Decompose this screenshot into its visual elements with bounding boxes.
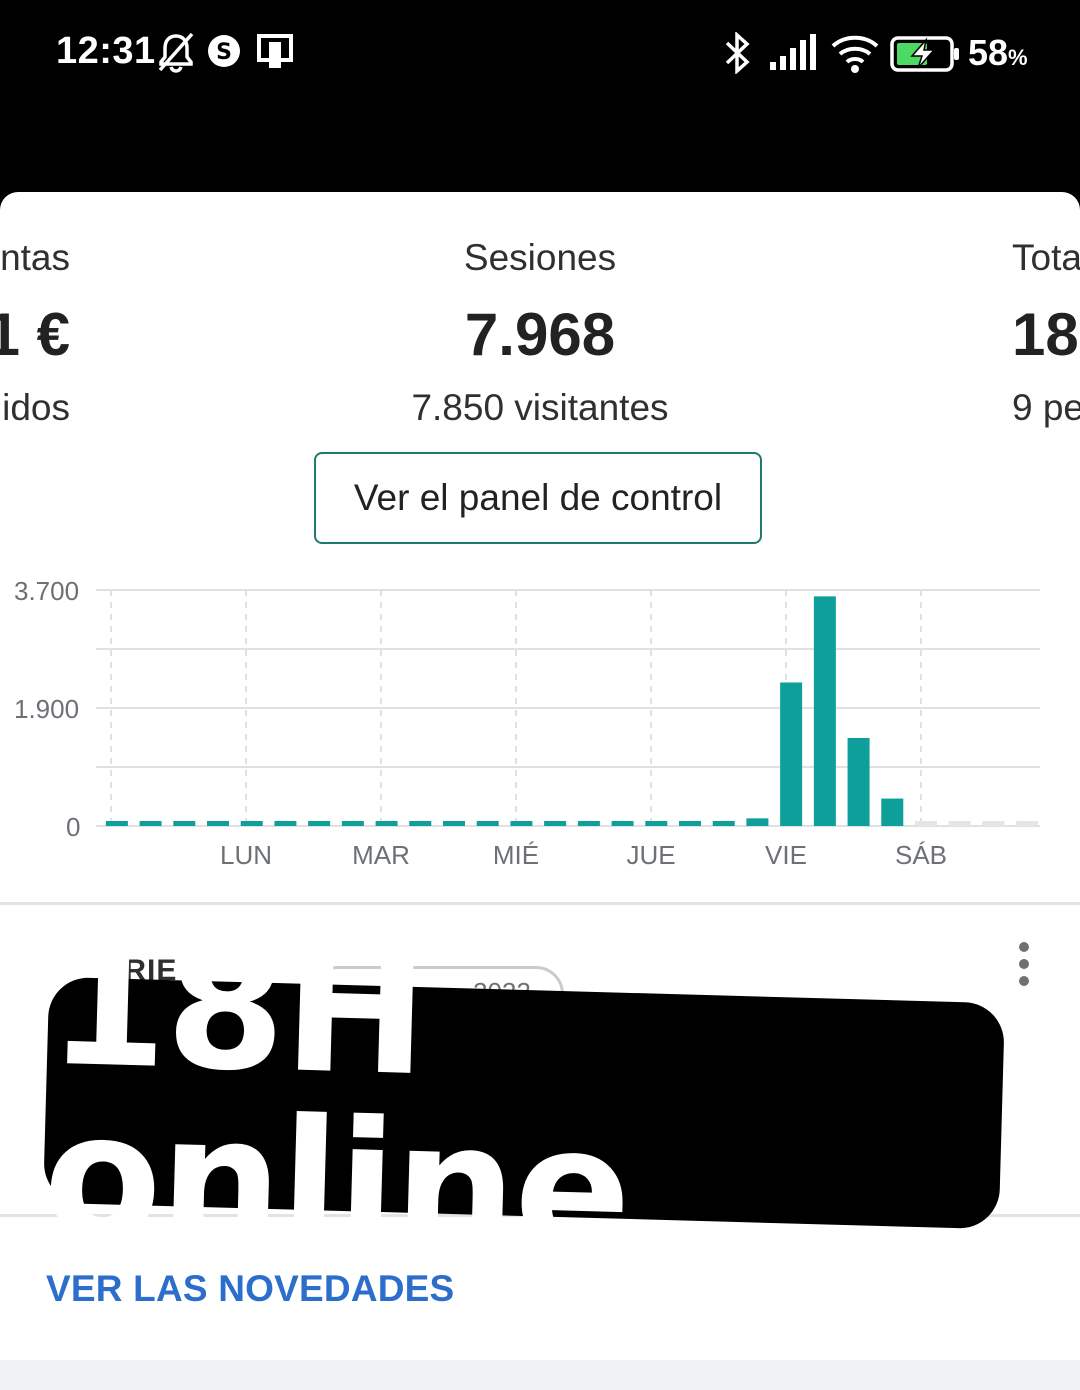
x-tick-label: MAR [352, 840, 410, 870]
chart-bar [813, 596, 836, 826]
chart-bar [982, 821, 1005, 826]
chart-bar [375, 821, 398, 826]
metric-total-label: Tota [1012, 237, 1080, 278]
chart-bar [510, 821, 533, 826]
x-tick-label: SÁB [895, 840, 947, 870]
battery-charging-icon [890, 36, 959, 72]
sessions-bar-chart: 3.700 1.900 0 LUN MAR MIÉ JUE VIE SÁB [14, 576, 1040, 870]
wifi-icon [831, 35, 879, 73]
x-tick-label: VIE [765, 840, 807, 870]
more-options-icon[interactable] [1012, 942, 1036, 1002]
status-bar: 12:31 S 58% [0, 0, 1080, 192]
bluetooth-icon [725, 32, 750, 74]
x-tick-label: LUN [220, 840, 272, 870]
chart-bar [105, 821, 128, 826]
metric-sales-sub: idos [2, 387, 70, 428]
chart-bar [443, 821, 465, 826]
chart-bar [847, 737, 870, 826]
metric-total-value: 18 [1012, 301, 1079, 368]
overlay-banner-text: 18H online [40, 902, 633, 1292]
chart-bar [139, 821, 162, 826]
signal-icon [770, 34, 816, 70]
status-time: 12:31 [56, 30, 156, 72]
s-app-icon: S [208, 35, 240, 67]
chart-bar [240, 821, 263, 826]
chart-bar [679, 821, 701, 826]
chart-bar [577, 821, 600, 826]
chart-bar [274, 821, 297, 826]
chart-bar [308, 821, 331, 826]
screen-icon [257, 34, 293, 68]
chart-bar [915, 821, 937, 826]
y-tick-label: 0 [66, 812, 80, 842]
overlay-banner: 18H online [41, 903, 1005, 1292]
battery-percent: 58% [968, 32, 1028, 73]
metric-sales[interactable]: ntas 1 € idos [0, 236, 70, 430]
metric-sessions-sub: 7.850 visitantes [411, 387, 669, 428]
chart-bar [712, 821, 735, 826]
metric-total-sub: 9 pe [1012, 387, 1080, 428]
y-tick-label: 1.900 [14, 694, 79, 724]
metric-sales-label: ntas [0, 237, 70, 278]
bell-off-icon [158, 32, 194, 73]
chart-bar [948, 821, 971, 826]
chart-bar [746, 818, 769, 826]
metric-total[interactable]: Tota 18 9 pe [1012, 236, 1080, 430]
metric-sessions[interactable]: Sesiones 7.968 7.850 visitantes [340, 236, 740, 430]
chart-bar [476, 821, 499, 826]
divider [0, 902, 1080, 905]
chart-bar [409, 821, 432, 826]
chart-bar [780, 682, 803, 826]
chart-bar [645, 821, 668, 826]
chart-bar [544, 821, 567, 826]
x-tick-label: MIÉ [493, 840, 539, 870]
chart-bar [341, 821, 364, 826]
y-tick-label: 3.700 [14, 576, 79, 606]
bottom-strip [0, 1360, 1080, 1390]
x-tick-label: JUE [626, 840, 675, 870]
chart-bar [881, 798, 904, 826]
chart-bar [1016, 821, 1039, 826]
svg-text:S: S [216, 40, 232, 65]
chart-bar [207, 821, 229, 826]
chart-bar [173, 821, 196, 826]
metric-sales-value: 1 € [0, 301, 70, 368]
chart-bar [611, 821, 634, 826]
metric-sessions-label: Sesiones [463, 237, 617, 278]
metric-sessions-value: 7.968 [464, 301, 616, 368]
view-dashboard-button[interactable]: Ver el panel de control [314, 452, 762, 544]
